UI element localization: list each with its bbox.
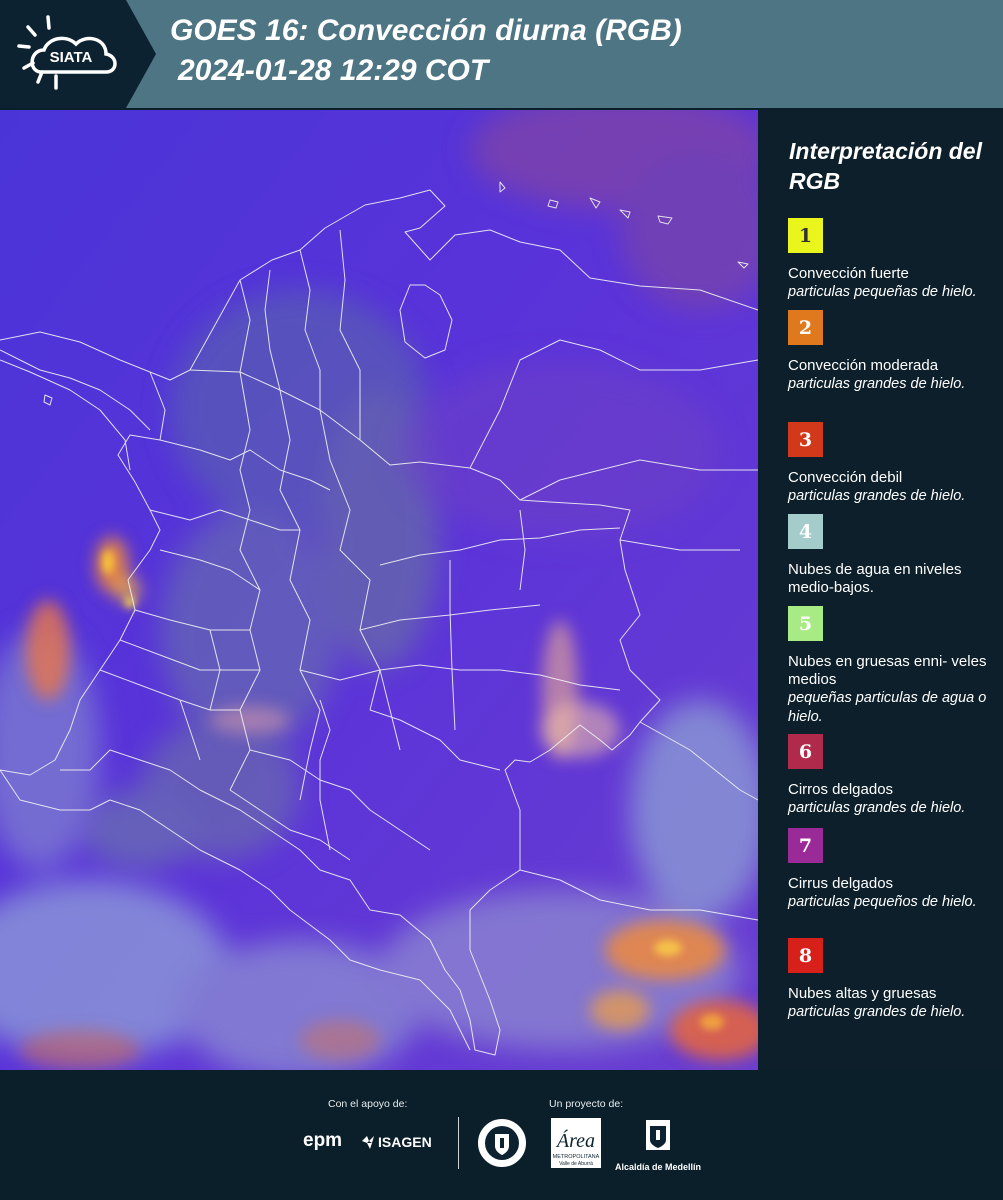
svg-text:METROPOLITANA: METROPOLITANA (553, 1154, 600, 1160)
page-title: GOES 16: Convección diurna (RGB) (170, 14, 682, 47)
footer: Con el apoyo de: Un proyecto de: epm ISA… (0, 1070, 1003, 1200)
legend-item-sub: particulas grandes de hielo. (788, 376, 966, 392)
isagen-logo: ISAGEN (360, 1132, 438, 1157)
siata-logo: SIATA (0, 0, 156, 108)
legend-item-sub: particulas pequeñas de hielo. (788, 284, 977, 300)
legend-item-sub: particulas grandes de hielo. (788, 1004, 966, 1020)
legend-swatch: 1 (788, 218, 823, 253)
svg-text:Área: Área (555, 1129, 595, 1152)
legend-item-title: Cirros delgados (788, 781, 894, 798)
legend-item-1: 1 Convección fuerte particulas pequeñas … (788, 218, 993, 302)
legend-item-title: Cirrus delgados (788, 875, 894, 892)
legend-item-7: 7 Cirrus delgados particulas pequeños de… (788, 828, 993, 912)
legend-swatch: 7 (788, 828, 823, 863)
alcaldia-label: Alcaldía de Medellín (614, 1162, 702, 1172)
legend-panel: Interpretación del RGB 1 Convección fuer… (760, 110, 1003, 1070)
support-label: Con el apoyo de: (328, 1098, 408, 1110)
legend-item-title: Nubes de agua en niveles medio-bajos. (788, 561, 962, 596)
legend-swatch: 6 (788, 734, 823, 769)
legend-item-sub: particulas grandes de hielo. (788, 800, 966, 816)
svg-text:Valle de Aburrá: Valle de Aburrá (559, 1161, 593, 1167)
svg-text:SIATA: SIATA (50, 49, 93, 66)
legend-item-2: 2 Convección moderada particulas grandes… (788, 310, 993, 394)
legend-swatch: 3 (788, 422, 823, 457)
footer-divider (458, 1117, 459, 1169)
legend-item-title: Nubes en gruesas enni- veles medios (788, 653, 987, 688)
legend-swatch: 4 (788, 514, 823, 549)
legend-item-8: 8 Nubes altas y gruesas particulas grand… (788, 938, 993, 1022)
legend-item-4: 4 Nubes de agua en niveles medio-bajos. (788, 514, 993, 597)
alcaldia-logo: Alcaldía de Medellín (608, 1118, 708, 1172)
legend-item-sub: particulas grandes de hielo. (788, 488, 966, 504)
legend-swatch: 8 (788, 938, 823, 973)
legend-swatch: 2 (788, 310, 823, 345)
header-bar: SIATA GOES 16: Convección diurna (RGB) 2… (0, 0, 1003, 108)
satellite-map (0, 110, 758, 1070)
legend-title: Interpretación del RGB (789, 138, 982, 194)
legend-swatch: 5 (788, 606, 823, 641)
svg-text:ISAGEN: ISAGEN (378, 1134, 432, 1150)
project-label: Un proyecto de: (549, 1098, 624, 1110)
epm-logo: epm (303, 1130, 343, 1151)
legend-item-title: Nubes altas y gruesas (788, 985, 937, 1002)
area-metropolitana-logo: Área METROPOLITANA Valle de Aburrá (551, 1118, 601, 1173)
legend-item-5: 5 Nubes en gruesas enni- veles medios pe… (788, 606, 993, 727)
legend-item-3: 3 Convección debil particulas grandes de… (788, 422, 993, 506)
legend-item-title: Convección fuerte (788, 265, 909, 282)
seal-logo (477, 1118, 527, 1173)
legend-item-sub: pequeñas particulas de agua o hielo. (788, 690, 987, 725)
legend-item-title: Convección moderada (788, 357, 939, 374)
timestamp: 2024-01-28 12:29 COT (178, 54, 489, 87)
legend-item-title: Convección debil (788, 469, 903, 486)
legend-item-sub: particulas pequeños de hielo. (788, 894, 977, 910)
legend-item-6: 6 Cirros delgados particulas grandes de … (788, 734, 993, 818)
